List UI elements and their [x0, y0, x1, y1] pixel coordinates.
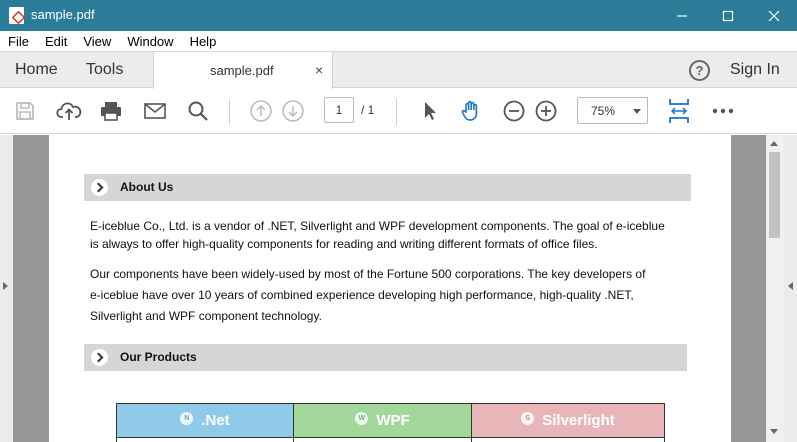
hand-icon: [461, 100, 478, 121]
zoom-in-button[interactable]: [533, 98, 559, 124]
product-name: .Net: [201, 412, 230, 429]
scroll-up-icon[interactable]: [770, 141, 778, 146]
paragraph-intro: E-iceblue Co., Ltd. is a vendor of .NET,…: [90, 217, 692, 253]
products-table: N .Net W WPF S Silverlight: [116, 403, 666, 442]
table-row: [471, 438, 665, 442]
left-panel-toggle[interactable]: [0, 135, 13, 442]
zoom-in-icon: [535, 100, 557, 122]
window-title: sample.pdf: [31, 7, 95, 22]
product-header-silverlight: S Silverlight: [471, 403, 665, 438]
scroll-thumb[interactable]: [769, 152, 780, 238]
pdf-app-icon: [9, 7, 24, 24]
close-window-button[interactable]: [751, 0, 797, 31]
text-line: e-iceblue have over 10 years of combined…: [90, 288, 634, 302]
help-icon[interactable]: ?: [689, 60, 710, 81]
more-button[interactable]: [710, 98, 736, 124]
save-button[interactable]: [12, 98, 38, 124]
print-icon: [101, 102, 121, 121]
menu-help[interactable]: Help: [182, 34, 225, 49]
text-line: is always to offer high-quality componen…: [90, 237, 598, 251]
menu-view[interactable]: View: [75, 34, 119, 49]
expand-right-icon: [788, 282, 793, 290]
select-tool-button[interactable]: [416, 98, 442, 124]
section-title: Our Products: [120, 350, 197, 364]
silverlight-icon: S: [521, 412, 535, 425]
save-icon: [16, 102, 34, 120]
maximize-icon: [722, 10, 734, 21]
title-bar: sample.pdf: [0, 0, 797, 31]
table-row: [293, 438, 472, 442]
maximize-button[interactable]: [705, 0, 751, 31]
product-name: Silverlight: [542, 412, 615, 429]
toolbar-divider: [396, 99, 397, 125]
search-button[interactable]: [185, 98, 211, 124]
expand-left-icon: [3, 282, 8, 290]
chevron-down-icon: [633, 109, 641, 114]
mail-icon: [144, 103, 166, 119]
product-header-wpf: W WPF: [293, 403, 472, 438]
vertical-scrollbar[interactable]: [766, 135, 783, 442]
menu-edit[interactable]: Edit: [37, 34, 75, 49]
upload-button[interactable]: [56, 98, 82, 124]
page-up-icon: [250, 100, 272, 122]
toolbar: [0, 89, 797, 134]
text-line: Silverlight and WPF component technology…: [90, 309, 322, 323]
paragraph-components: Our components have been widely-used by …: [90, 264, 692, 327]
page-number-input[interactable]: 1: [324, 97, 354, 123]
close-icon: [768, 10, 780, 21]
print-button[interactable]: [98, 98, 124, 124]
zoom-out-icon: [503, 100, 525, 122]
section-header-products: Our Products: [84, 344, 687, 371]
menu-window[interactable]: Window: [119, 34, 181, 49]
section-header-about: About Us: [84, 174, 691, 201]
page-up-button[interactable]: [248, 98, 274, 124]
more-icon: [712, 108, 734, 114]
search-icon: [188, 101, 208, 121]
zoom-out-button[interactable]: [501, 98, 527, 124]
text-line: E-iceblue Co., Ltd. is a vendor of .NET,…: [90, 219, 665, 233]
minimize-icon: [677, 14, 687, 17]
tab-bar: Home Tools sample.pdf × ? Sign In: [0, 51, 797, 89]
hand-tool-button[interactable]: [458, 98, 484, 124]
chevron-right-icon: [91, 349, 108, 366]
wpf-icon: W: [355, 412, 369, 425]
select-arrow-icon: [425, 102, 436, 120]
product-name: WPF: [376, 412, 410, 429]
scroll-down-icon[interactable]: [770, 429, 778, 434]
menu-bar: File Edit View Window Help: [0, 31, 797, 51]
right-panel-toggle[interactable]: [783, 135, 797, 442]
sign-in-button[interactable]: Sign In: [730, 61, 780, 79]
tab-tools[interactable]: Tools: [86, 61, 123, 79]
section-title: About Us: [120, 180, 174, 194]
zoom-dropdown[interactable]: 75%: [577, 97, 648, 124]
page-total: / 1: [361, 103, 375, 117]
mail-button[interactable]: [142, 98, 168, 124]
net-icon: N: [180, 412, 194, 425]
zoom-value: 75%: [591, 104, 616, 118]
minimize-button[interactable]: [659, 0, 705, 31]
fit-width-icon: [669, 99, 689, 123]
chevron-right-icon: [91, 179, 108, 196]
product-header-net: N .Net: [116, 403, 294, 438]
toolbar-divider: [229, 99, 230, 125]
tab-document[interactable]: sample.pdf ×: [153, 52, 333, 89]
close-tab-button[interactable]: ×: [315, 62, 323, 78]
page-down-icon: [282, 100, 304, 122]
table-row: [116, 438, 294, 442]
page-down-button[interactable]: [280, 98, 306, 124]
text-line: Our components have been widely-used by …: [90, 267, 646, 281]
upload-icon: [56, 102, 82, 120]
fit-width-button[interactable]: [666, 98, 692, 124]
tab-home[interactable]: Home: [15, 61, 58, 79]
menu-file[interactable]: File: [0, 34, 37, 49]
tab-document-label: sample.pdf: [210, 63, 274, 78]
